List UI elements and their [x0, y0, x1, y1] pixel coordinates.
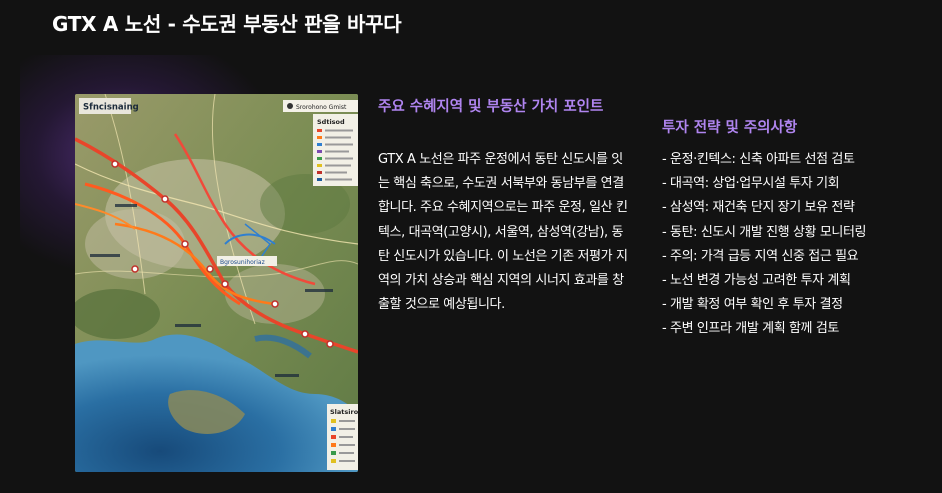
- list-item: - 노선 변경 가능성 고려한 투자 계획: [662, 273, 851, 289]
- list-item: - 주의: 가격 급등 지역 신중 접근 필요: [662, 248, 859, 264]
- strategy-heading: 투자 전략 및 주의사항: [662, 120, 798, 136]
- route-map-image: Sfncisnaing Srorohono Gmist Sdtisod Bgro…: [75, 94, 358, 472]
- list-item: - 주변 인프라 개발 계획 함께 검토: [662, 321, 839, 337]
- strategy-list: - 운정·킨텍스: 신축 아파트 선점 검토 - 대곡역: 상업·업무시설 투자…: [662, 148, 932, 342]
- page-title: GTX A 노선 - 수도권 부동산 판을 바꾸다: [52, 12, 402, 36]
- list-item: - 대곡역: 상업·업무시설 투자 기회: [662, 176, 840, 192]
- list-item: - 동탄: 신도시 개발 진행 상황 모니터링: [662, 224, 867, 240]
- map-header-right: Srorohono Gmist: [296, 104, 347, 111]
- map-callout: Bgrosunihoriaz: [220, 259, 265, 266]
- map-header-left: Sfncisnaing: [83, 103, 139, 113]
- list-item: - 운정·킨텍스: 신축 아파트 선점 검토: [662, 152, 855, 167]
- map-legend-top-title: Sdtisod: [317, 118, 345, 126]
- benefit-areas-body: GTX A 노선은 파주 운정에서 동탄 신도시를 잇는 핵심 축으로, 수도권…: [378, 152, 628, 313]
- benefit-areas-heading: 주요 수혜지역 및 부동산 가치 포인트: [378, 99, 604, 115]
- list-item: - 개발 확정 여부 확인 후 투자 결정: [662, 297, 843, 313]
- list-item: - 삼성역: 재건축 단지 장기 보유 전략: [662, 200, 855, 216]
- map-legend-bottom-title: Slatsiroa: [330, 408, 358, 416]
